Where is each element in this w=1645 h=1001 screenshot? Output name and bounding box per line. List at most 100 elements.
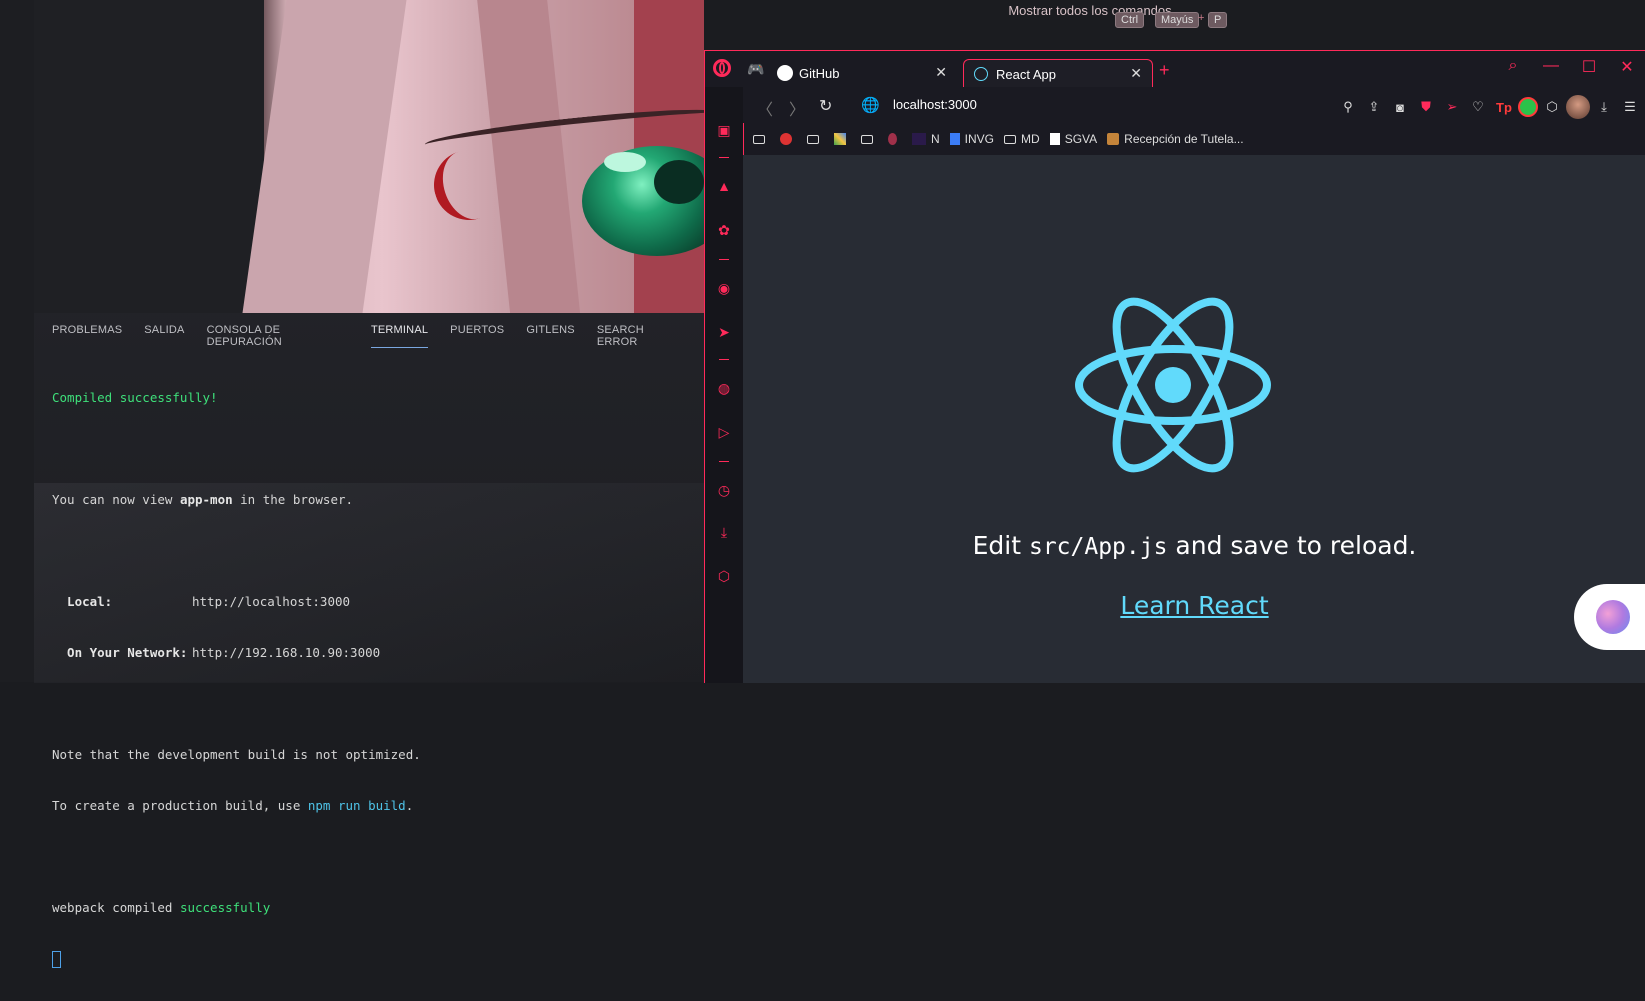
telegram-icon[interactable]: ➤ xyxy=(715,323,733,341)
image-icon xyxy=(834,133,846,145)
avatar[interactable] xyxy=(1566,95,1590,119)
address-bar: 〈 〉 ↻ 🌐 localhost:3000 ⚲ ⇪ ◙ ⛊ ➢ ♡ Tp ⬡ … xyxy=(743,87,1645,123)
folder-icon xyxy=(753,134,765,144)
app-instructions: Edit src/App.js and save to reload. xyxy=(743,531,1645,560)
downloads-icon[interactable]: ⤓ xyxy=(715,523,733,541)
tab-output[interactable]: SALIDA xyxy=(144,324,184,348)
close-window-button[interactable]: ✕ xyxy=(1608,57,1645,77)
react-logo-icon xyxy=(1075,297,1271,473)
n-icon xyxy=(912,133,926,145)
history-icon[interactable]: ◷ xyxy=(715,481,733,499)
bookmark-image[interactable] xyxy=(834,133,851,145)
share-icon[interactable]: ⇪ xyxy=(1362,99,1386,115)
react-icon xyxy=(974,67,988,81)
bookmark-hand[interactable] xyxy=(888,133,902,145)
wallpaper-pupil xyxy=(654,160,704,204)
back-button[interactable]: 〈 xyxy=(757,96,773,120)
extension-icon[interactable] xyxy=(1518,97,1538,117)
folder-icon xyxy=(1004,134,1017,144)
bookmark-folder[interactable] xyxy=(807,134,824,144)
search-tabs-icon[interactable]: ⌕ xyxy=(1494,57,1532,77)
globe-icon[interactable]: 🌐 xyxy=(861,96,880,114)
github-icon xyxy=(777,65,793,81)
wallpaper-eye-shine xyxy=(604,152,646,172)
send-icon[interactable]: ➢ xyxy=(1440,99,1464,115)
tab-ports[interactable]: PUERTOS xyxy=(450,324,504,348)
terminal-text: You can now view xyxy=(52,492,180,507)
bookmark-n[interactable]: N xyxy=(912,132,940,146)
download-icon[interactable]: ⤓ xyxy=(1592,99,1616,115)
wallpaper-shadow xyxy=(34,0,264,313)
vscode-activity-bar xyxy=(0,0,35,682)
twitch-icon[interactable]: ▣ xyxy=(715,121,733,139)
terminal-build-cmd: npm run build xyxy=(307,798,406,813)
opera-sidebar: ▣ ▲ ✿ ◉ ➤ ◍ ▷ ◷ ⤓ ⬡ xyxy=(705,87,744,683)
edit-text: Edit xyxy=(972,531,1029,560)
terminal-network-url[interactable]: http://192.168.10.90:3000 xyxy=(192,645,380,660)
terminal-local-url[interactable]: http://localhost:3000 xyxy=(192,594,350,609)
docs-icon xyxy=(949,133,960,145)
terminal-output[interactable]: Compiled successfully! You can now view … xyxy=(52,355,692,1001)
page-viewport: Edit src/App.js and save to reload. Lear… xyxy=(743,155,1645,683)
editor-wallpaper xyxy=(34,0,704,313)
browser-window: 🎮 GitHub ✕ React App ✕ + ⌕ — ☐ ✕ ▣ ▲ ✿ ◉… xyxy=(704,50,1645,683)
close-icon[interactable]: ✕ xyxy=(1130,65,1142,82)
tab-react-app[interactable]: React App ✕ xyxy=(963,59,1153,88)
bookmark-md[interactable]: MD xyxy=(1004,132,1040,146)
floating-assistant-button[interactable] xyxy=(1574,584,1645,650)
terminal-local-label: Local: xyxy=(52,594,113,609)
bookmark-bot[interactable] xyxy=(780,133,797,145)
minimize-button[interactable]: — xyxy=(1532,57,1570,77)
terminal-text: in the browser. xyxy=(232,492,354,507)
gamepad-icon[interactable]: 🎮 xyxy=(747,61,764,78)
spotify-icon[interactable]: ◍ xyxy=(715,379,733,397)
whatsapp-icon[interactable]: ◉ xyxy=(715,279,733,297)
forward-button[interactable]: 〉 xyxy=(789,96,805,120)
zoom-icon[interactable]: ⚲ xyxy=(1336,99,1360,115)
key-shift: Mayús xyxy=(1155,12,1200,28)
sidebar-divider xyxy=(719,259,729,260)
sidebar-divider xyxy=(719,359,729,360)
bookmark-label: SGVA xyxy=(1064,132,1098,146)
tab-title: GitHub xyxy=(799,65,840,81)
bot-icon xyxy=(780,133,792,145)
cube-icon[interactable]: ⬡ xyxy=(715,567,733,585)
url-field[interactable]: localhost:3000 xyxy=(893,97,977,112)
reload-button[interactable]: ↻ xyxy=(819,96,832,116)
bookmark-folder[interactable] xyxy=(861,134,878,144)
bookmark-invg[interactable]: INVG xyxy=(949,132,994,146)
send-icon[interactable]: ▷ xyxy=(715,423,733,441)
cube-extension-icon[interactable]: ⬡ xyxy=(1540,99,1564,115)
chatgpt-icon[interactable]: ✿ xyxy=(715,221,733,239)
camera-icon[interactable]: ◙ xyxy=(1388,100,1412,115)
adblock-shield-icon[interactable]: ⛊ xyxy=(1414,99,1438,115)
new-tab-button[interactable]: + xyxy=(1159,60,1170,81)
tab-debug-console[interactable]: CONSOLA DE DEPURACIÓN xyxy=(207,324,349,348)
close-icon[interactable]: ✕ xyxy=(935,64,947,81)
bookmark-sgva[interactable]: SGVA xyxy=(1049,132,1098,146)
bookmark-recepcion[interactable]: Recepción de Tutela... xyxy=(1107,132,1244,146)
easy-setup-icon[interactable]: ☰ xyxy=(1618,99,1642,115)
bookmark-folder[interactable] xyxy=(753,134,770,144)
bookmark-label: N xyxy=(931,132,940,146)
key-p: P xyxy=(1208,12,1228,28)
learn-react-link[interactable]: Learn React xyxy=(743,591,1645,620)
terminal-cursor[interactable] xyxy=(52,951,61,968)
bottom-panel: PROBLEMAS SALIDA CONSOLA DE DEPURACIÓN T… xyxy=(34,313,704,968)
heart-icon[interactable]: ♡ xyxy=(1466,99,1490,115)
tp-extension-icon[interactable]: Tp xyxy=(1492,100,1516,115)
hand-icon xyxy=(888,133,897,145)
maximize-button[interactable]: ☐ xyxy=(1570,57,1608,77)
aria-icon[interactable]: ▲ xyxy=(715,177,733,195)
key-ctrl: Ctrl xyxy=(1115,12,1145,28)
tab-github[interactable]: GitHub ✕ xyxy=(769,59,957,87)
tab-search-error[interactable]: SEARCH ERROR xyxy=(597,324,682,348)
tab-gitlens[interactable]: GITLENS xyxy=(526,324,574,348)
panel-tabs: PROBLEMAS SALIDA CONSOLA DE DEPURACIÓN T… xyxy=(52,324,704,348)
doc-icon xyxy=(1049,133,1060,145)
tab-terminal[interactable]: TERMINAL xyxy=(370,324,429,348)
tab-problems[interactable]: PROBLEMAS xyxy=(52,324,122,348)
opera-logo-icon[interactable] xyxy=(713,59,731,77)
terminal-text: . xyxy=(405,798,414,813)
terminal-text: To create a production build, use xyxy=(52,798,308,813)
